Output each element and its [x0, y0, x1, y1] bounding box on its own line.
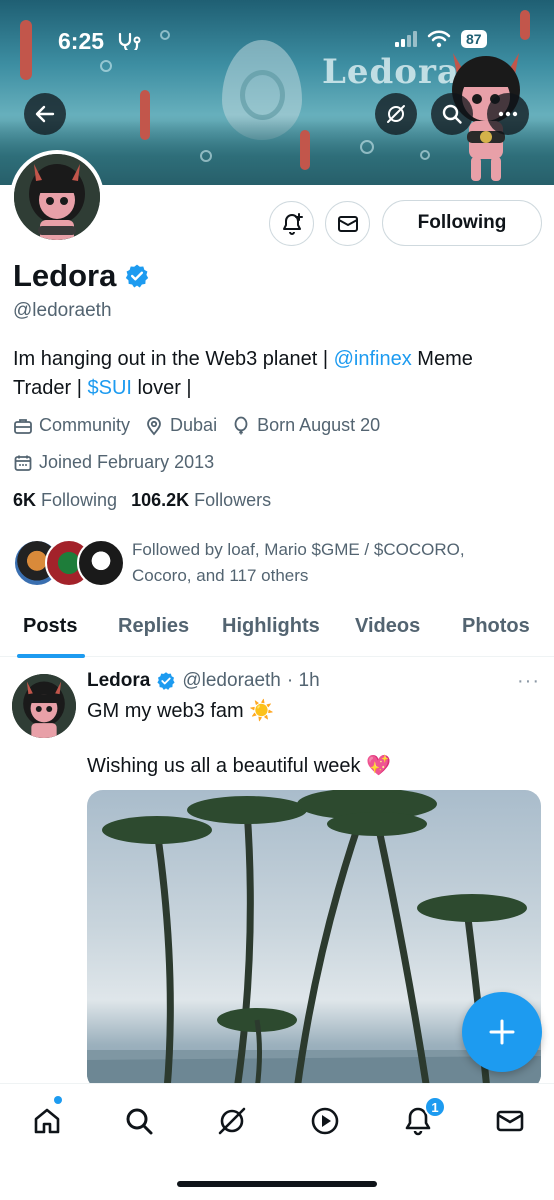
bio-text: Im hanging out in the Web3 planet |	[13, 348, 334, 370]
bio-mention-link[interactable]: @infinex	[334, 348, 412, 370]
play-circle-icon	[311, 1107, 339, 1135]
briefcase-icon	[14, 418, 32, 434]
birthday-item: Born August 20	[231, 415, 380, 436]
envelope-icon	[496, 1110, 524, 1132]
nav-messages[interactable]	[490, 1101, 530, 1141]
notification-count-badge: 1	[424, 1096, 446, 1118]
post-text-line: GM my web3 fam ☀️	[87, 700, 275, 722]
location-item: Dubai	[144, 415, 217, 436]
stethoscope-icon	[118, 32, 141, 50]
grok-button[interactable]	[375, 93, 417, 135]
envelope-icon	[337, 215, 358, 232]
avatar-illustration	[12, 674, 76, 738]
joined-label: Joined February 2013	[39, 452, 215, 472]
more-options-button[interactable]	[487, 93, 529, 135]
followers-count-link[interactable]: 106.2K Followers	[131, 490, 271, 511]
following-count-label: Following	[41, 490, 118, 510]
more-dots-icon	[498, 111, 518, 117]
post-author-avatar[interactable]	[12, 674, 76, 738]
banner-coral	[300, 130, 310, 170]
post-author-name[interactable]: Ledora	[87, 670, 150, 692]
category-item[interactable]: Community	[13, 415, 130, 436]
banner-logo-swirl	[240, 70, 285, 120]
home-indicator	[177, 1181, 377, 1187]
profile-name-row: Ledora	[13, 258, 150, 294]
category-label: Community	[39, 415, 131, 435]
nav-video[interactable]	[305, 1101, 345, 1141]
home-icon	[34, 1108, 60, 1134]
banner-bubble	[200, 150, 212, 162]
location-label: Dubai	[170, 415, 218, 435]
nav-grok[interactable]	[212, 1101, 252, 1141]
active-tab-indicator	[17, 654, 85, 658]
bell-plus-icon	[282, 212, 303, 235]
following-button[interactable]: Following	[382, 200, 542, 246]
following-count-link[interactable]: 6K Following	[13, 490, 117, 511]
profile-tabs: Posts Replies Highlights Videos Photos	[0, 605, 554, 658]
tab-posts[interactable]: Posts	[23, 615, 77, 638]
post-header: Ledora @ledoraeth · 1h	[87, 670, 320, 692]
bio-text: lover |	[131, 377, 192, 399]
battery-indicator: 87	[461, 30, 487, 48]
banner-coral	[520, 10, 530, 40]
profile-avatar[interactable]	[10, 150, 104, 244]
search-icon	[442, 104, 462, 124]
banner-bubble	[100, 60, 112, 72]
profile-name: Ledora	[13, 258, 117, 293]
followers-count: 106.2K	[131, 490, 190, 510]
banner-coral	[20, 20, 32, 80]
banner-bubble	[360, 140, 374, 154]
followed-by-row[interactable]: Followed by loaf, Mario $GME / $COCORO, …	[13, 537, 512, 589]
search-button[interactable]	[431, 93, 473, 135]
profile-bio: Im hanging out in the Web3 planet | @inf…	[13, 345, 533, 403]
compose-post-button[interactable]	[462, 992, 542, 1072]
followed-by-text: Followed by loaf, Mario $GME / $COCORO, …	[132, 540, 465, 585]
message-button[interactable]	[325, 201, 370, 246]
avatar-illustration	[14, 154, 100, 240]
profile-meta-row: Community Dubai Born August 20	[13, 415, 380, 436]
post-timestamp[interactable]: · 1h	[287, 670, 320, 692]
back-button[interactable]	[24, 93, 66, 135]
nav-search[interactable]	[119, 1101, 159, 1141]
post-author-handle: @ledoraeth	[182, 670, 281, 691]
status-icons: 87	[395, 30, 487, 48]
back-arrow-icon	[35, 105, 55, 123]
banner-bubble	[420, 150, 430, 160]
location-pin-icon	[147, 416, 161, 435]
banner-coral	[140, 90, 150, 140]
grok-icon	[218, 1107, 246, 1135]
birthday-label: Born August 20	[257, 415, 381, 435]
notifications-subscribe-button[interactable]	[269, 201, 314, 246]
followers-count-label: Followers	[194, 490, 272, 510]
mutual-avatars	[13, 539, 125, 587]
joined-item: Joined February 2013	[13, 452, 214, 473]
calendar-icon	[14, 455, 32, 471]
nav-home[interactable]	[27, 1101, 67, 1141]
post-text-line: Wishing us all a beautiful week 💖	[87, 755, 391, 777]
verified-badge-icon	[157, 672, 175, 690]
mutual-avatar	[77, 539, 125, 587]
profile-handle: @ledoraeth	[13, 300, 112, 321]
follow-counts: 6K Following 106.2K Followers	[13, 490, 271, 511]
following-count: 6K	[13, 490, 37, 510]
cellular-signal-icon	[395, 31, 417, 47]
post-more-button[interactable]: ···	[517, 670, 540, 693]
tab-highlights[interactable]: Highlights	[222, 615, 320, 638]
grok-icon	[387, 105, 405, 123]
wifi-icon	[427, 30, 451, 48]
tab-videos[interactable]: Videos	[355, 615, 420, 638]
verified-badge-icon[interactable]	[124, 263, 150, 289]
plus-icon	[489, 1019, 515, 1045]
balloon-icon	[234, 416, 248, 434]
profile-joined-row: Joined February 2013	[13, 452, 214, 473]
search-icon	[126, 1108, 153, 1135]
bio-cashtag-link[interactable]: $SUI	[87, 377, 131, 399]
tab-replies[interactable]: Replies	[118, 615, 189, 638]
home-unread-dot	[54, 1096, 62, 1104]
tab-photos[interactable]: Photos	[462, 615, 530, 638]
banner-bubble	[160, 30, 170, 40]
status-time: 6:25	[58, 28, 105, 54]
banner-brand-text: Ledora	[322, 52, 460, 92]
